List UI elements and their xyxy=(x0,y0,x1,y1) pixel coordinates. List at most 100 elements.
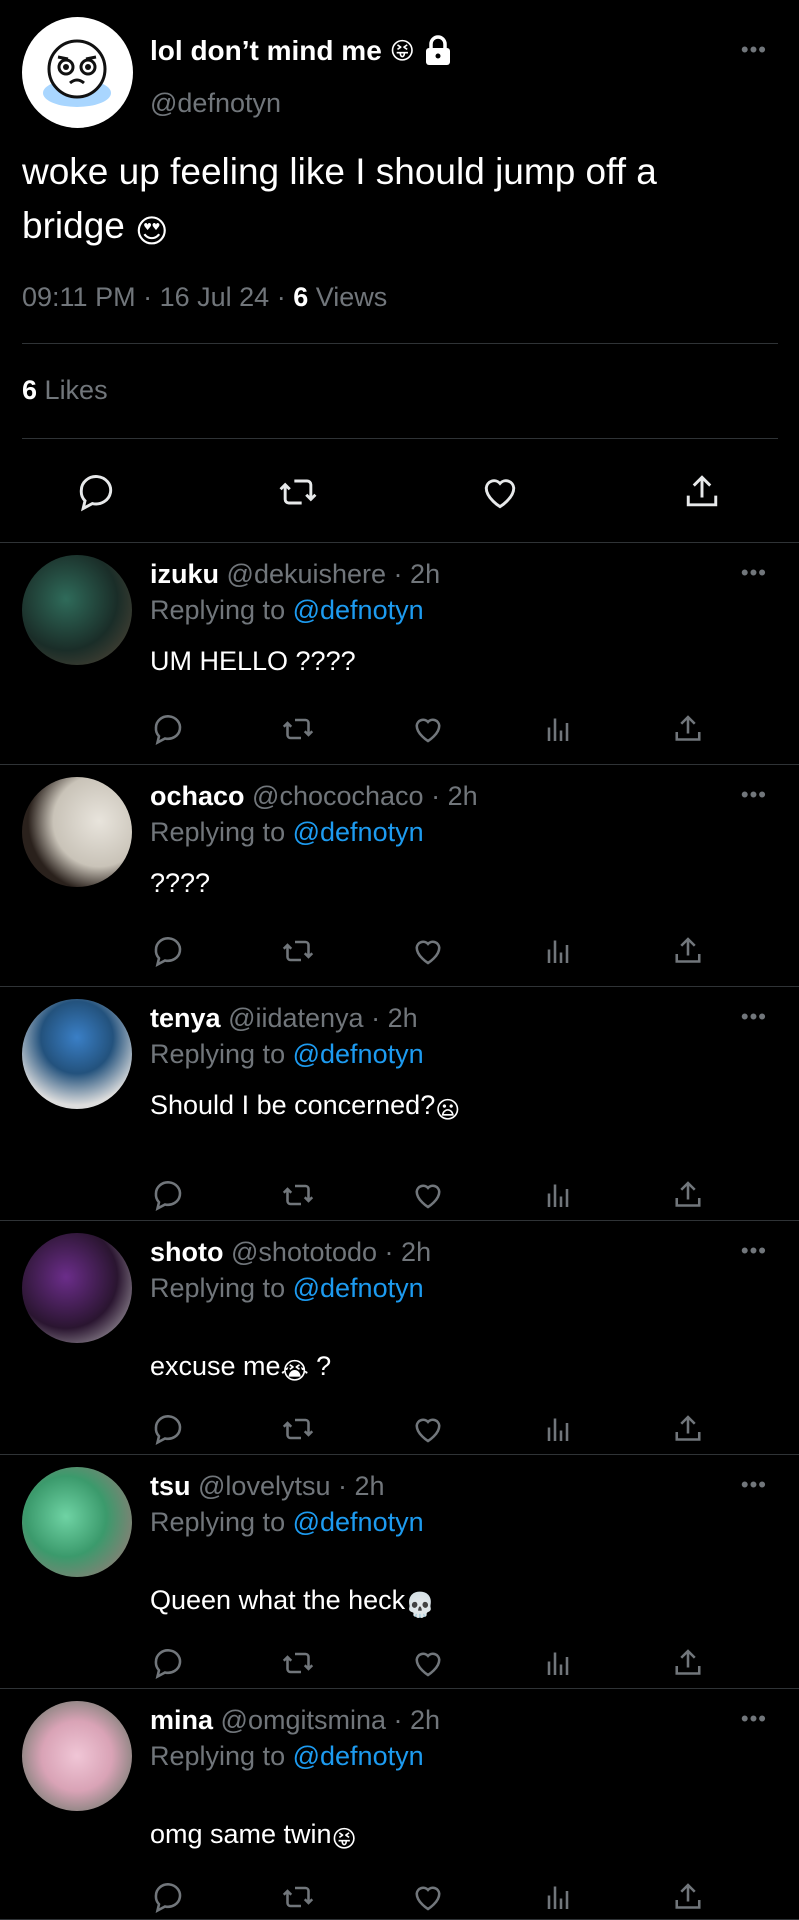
reply-icon[interactable] xyxy=(150,1177,186,1213)
retweet-icon[interactable] xyxy=(280,1177,316,1213)
tweet-time: 09:11 PM xyxy=(22,282,136,312)
reply-text: omg same twin😝 xyxy=(150,1819,357,1853)
reply-tweet[interactable]: izuku @dekuishere · 2h ••• Replying to @… xyxy=(0,543,799,765)
replying-to: Replying to @defnotyn xyxy=(150,1273,424,1303)
reply-display-name[interactable]: izuku xyxy=(150,559,219,589)
retweet-icon[interactable] xyxy=(280,933,316,969)
reply-text: Queen what the heck💀 xyxy=(150,1585,436,1619)
analytics-icon[interactable] xyxy=(540,1177,576,1213)
reply-action-bar xyxy=(0,1177,799,1213)
reply-text: excuse me😭 ? xyxy=(150,1351,332,1385)
likes-label: Likes xyxy=(44,375,108,405)
reply-icon[interactable] xyxy=(150,711,186,747)
reply-handle[interactable]: @chocochaco xyxy=(252,781,424,811)
reply-handle[interactable]: @dekuishere xyxy=(227,559,387,589)
reply-handle[interactable]: @lovelytsu xyxy=(198,1471,330,1501)
reply-display-name[interactable]: tsu xyxy=(150,1471,191,1501)
heart-icon[interactable] xyxy=(410,933,446,969)
reply-time: 2h xyxy=(354,1471,385,1501)
reply-display-name[interactable]: ochaco xyxy=(150,781,245,811)
share-icon[interactable] xyxy=(670,1879,706,1915)
retweet-icon[interactable] xyxy=(280,711,316,747)
reply-action-bar xyxy=(0,1645,799,1681)
reply-action-bar xyxy=(0,1411,799,1447)
analytics-icon[interactable] xyxy=(540,933,576,969)
reply-avatar[interactable] xyxy=(22,1701,132,1811)
squinting-tongue-emoji: 😝 xyxy=(389,37,415,65)
share-icon[interactable] xyxy=(680,470,724,514)
heart-eyes-emoji: 😍 xyxy=(135,213,169,249)
reply-avatar[interactable] xyxy=(22,999,132,1109)
reply-tweet[interactable]: shoto @shototodo · 2h ••• Replying to @d… xyxy=(0,1221,799,1455)
likes-stat[interactable]: 6 Likes xyxy=(22,375,108,406)
heart-icon[interactable] xyxy=(410,711,446,747)
reply-tweet[interactable]: tsu @lovelytsu · 2h ••• Replying to @def… xyxy=(0,1455,799,1689)
reply-tweet[interactable]: tenya @iidatenya · 2h ••• Replying to @d… xyxy=(0,987,799,1221)
reply-icon[interactable] xyxy=(150,1411,186,1447)
reply-handle[interactable]: @omgitsmina xyxy=(221,1705,386,1735)
retweet-icon[interactable] xyxy=(280,1879,316,1915)
more-options-icon[interactable]: ••• xyxy=(741,39,767,61)
reply-display-name[interactable]: mina xyxy=(150,1705,213,1735)
more-options-icon[interactable]: ••• xyxy=(741,784,767,806)
more-options-icon[interactable]: ••• xyxy=(741,1708,767,1730)
main-display-name[interactable]: lol don’t mind me 😝 xyxy=(150,35,453,67)
share-icon[interactable] xyxy=(670,1645,706,1681)
heart-icon[interactable] xyxy=(410,1411,446,1447)
more-options-icon[interactable]: ••• xyxy=(741,1240,767,1262)
reply-avatar[interactable] xyxy=(22,777,132,887)
replying-to-handle[interactable]: @defnotyn xyxy=(293,1273,424,1303)
heart-icon[interactable] xyxy=(410,1177,446,1213)
reply-avatar[interactable] xyxy=(22,1233,132,1343)
replying-to-handle[interactable]: @defnotyn xyxy=(293,1741,424,1771)
replying-to: Replying to @defnotyn xyxy=(150,1039,424,1069)
retweet-icon[interactable] xyxy=(276,470,320,514)
retweet-icon[interactable] xyxy=(280,1645,316,1681)
share-icon[interactable] xyxy=(670,933,706,969)
reply-avatar[interactable] xyxy=(22,555,132,665)
reply-handle[interactable]: @iidatenya xyxy=(228,1003,364,1033)
reply-display-name[interactable]: tenya xyxy=(150,1003,221,1033)
reply-tweet[interactable]: ochaco @chocochaco · 2h ••• Replying to … xyxy=(0,765,799,987)
retweet-icon[interactable] xyxy=(280,1411,316,1447)
share-icon[interactable] xyxy=(670,1411,706,1447)
reply-tweet[interactable]: mina @omgitsmina · 2h ••• Replying to @d… xyxy=(0,1689,799,1920)
reply-text: UM HELLO ???? xyxy=(150,646,356,676)
main-action-bar xyxy=(0,470,799,514)
reply-action-bar xyxy=(0,933,799,969)
reply-time: 2h xyxy=(447,781,478,811)
more-options-icon[interactable]: ••• xyxy=(741,562,767,584)
tweet-meta: 09:11 PM · 16 Jul 24 · 6 Views xyxy=(22,282,388,312)
reply-header: izuku @dekuishere · 2h xyxy=(150,559,441,589)
analytics-icon[interactable] xyxy=(540,1879,576,1915)
reply-handle[interactable]: @shototodo xyxy=(231,1237,377,1267)
more-options-icon[interactable]: ••• xyxy=(741,1006,767,1028)
replying-to: Replying to @defnotyn xyxy=(150,1507,424,1537)
reply-text: ???? xyxy=(150,868,211,898)
replying-to: Replying to @defnotyn xyxy=(150,817,424,847)
reply-action-bar xyxy=(0,711,799,747)
reply-icon[interactable] xyxy=(150,933,186,969)
reply-icon[interactable] xyxy=(150,1879,186,1915)
replying-to-handle[interactable]: @defnotyn xyxy=(293,595,424,625)
share-icon[interactable] xyxy=(670,1177,706,1213)
analytics-icon[interactable] xyxy=(540,1411,576,1447)
reply-icon[interactable] xyxy=(150,1645,186,1681)
reply-avatar[interactable] xyxy=(22,1467,132,1577)
replying-to-handle[interactable]: @defnotyn xyxy=(293,1507,424,1537)
replying-to-handle[interactable]: @defnotyn xyxy=(293,1039,424,1069)
share-icon[interactable] xyxy=(670,711,706,747)
heart-icon[interactable] xyxy=(410,1879,446,1915)
main-avatar[interactable] xyxy=(22,17,133,128)
analytics-icon[interactable] xyxy=(540,1645,576,1681)
replying-to-handle[interactable]: @defnotyn xyxy=(293,817,424,847)
reply-header: ochaco @chocochaco · 2h xyxy=(150,781,478,811)
heart-icon[interactable] xyxy=(478,470,522,514)
analytics-icon[interactable] xyxy=(540,711,576,747)
reply-icon[interactable] xyxy=(74,470,118,514)
heart-icon[interactable] xyxy=(410,1645,446,1681)
main-handle[interactable]: @defnotyn xyxy=(150,88,281,119)
views-label: Views xyxy=(315,282,388,312)
reply-display-name[interactable]: shoto xyxy=(150,1237,224,1267)
more-options-icon[interactable]: ••• xyxy=(741,1474,767,1496)
